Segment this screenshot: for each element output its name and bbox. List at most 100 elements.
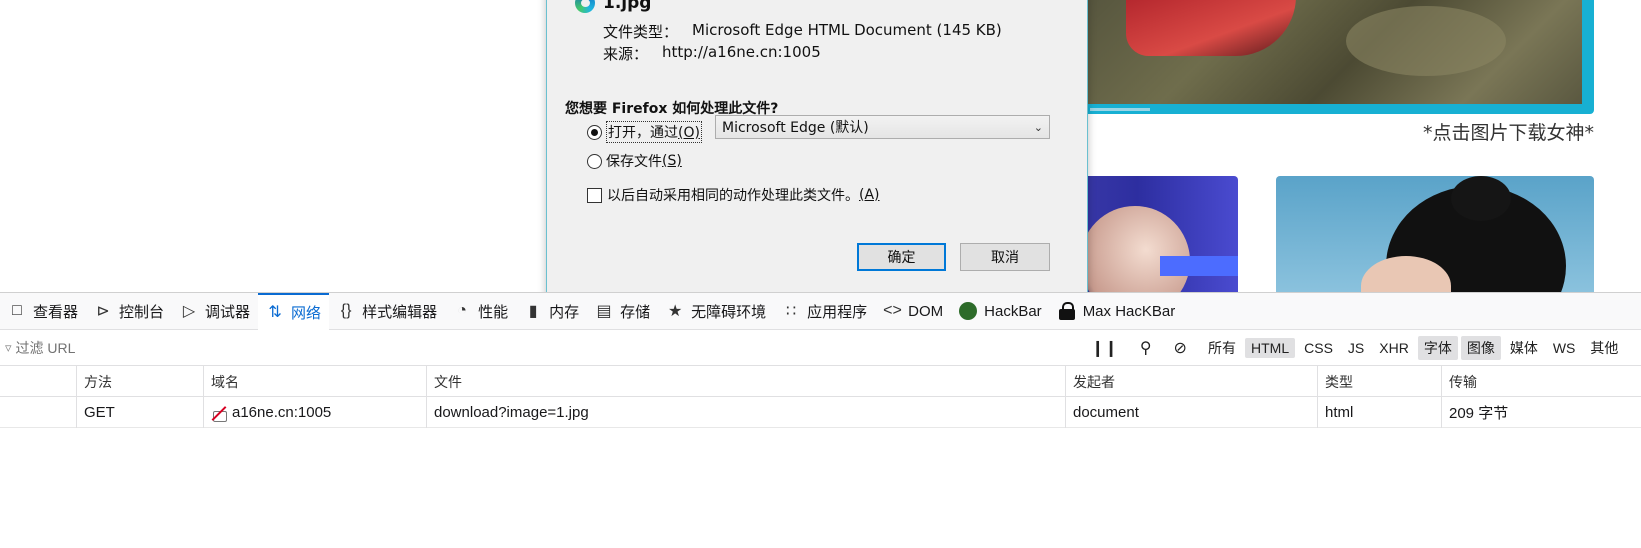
filter-fonts[interactable]: 字体 <box>1417 336 1458 360</box>
debugger-icon: ▷ <box>182 303 196 320</box>
column-transferred[interactable]: 传输 <box>1441 366 1641 397</box>
search-icon[interactable]: ⚲ <box>1140 338 1152 358</box>
column-file[interactable]: 文件 <box>426 366 1065 397</box>
tab-network[interactable]: ⇅ 网络 <box>258 292 330 330</box>
tab-debugger[interactable]: ▷ 调试器 <box>172 293 258 330</box>
chevron-down-icon: ⌄ <box>1033 120 1043 134</box>
save-file-radio[interactable] <box>587 153 602 169</box>
tab-performance[interactable]: ◔ 性能 <box>445 293 516 330</box>
accessibility-icon: ★ <box>667 303 683 320</box>
tab-storage[interactable]: ▤ 存储 <box>587 293 658 330</box>
column-type[interactable]: 类型 <box>1317 366 1441 397</box>
block-icon[interactable]: ⊘ <box>1174 338 1187 358</box>
tab-inspector[interactable]: □ 查看器 <box>0 293 86 330</box>
banner-image[interactable] <box>1080 0 1594 114</box>
insecure-connection-icon <box>211 405 227 422</box>
open-with-radio[interactable] <box>587 124 602 140</box>
network-filterbar: ▿ 过滤 URL ❙❙ ⚲ ⊘ 所有 HTML CSS JS XHR 字体 图像… <box>0 330 1641 366</box>
tab-max-hackbar[interactable]: Max HacKBar <box>1050 293 1184 330</box>
open-with-app-select[interactable]: Microsoft Edge (默认) ⌄ <box>715 115 1050 139</box>
filter-css[interactable]: CSS <box>1298 338 1339 358</box>
filter-images[interactable]: 图像 <box>1460 336 1501 360</box>
row-domain: a16ne.cn:1005 <box>203 397 426 428</box>
tab-dom[interactable]: <> DOM <box>875 293 951 330</box>
file-type-row: 文件类型： Microsoft Edge HTML Document (145 … <box>603 21 1002 42</box>
gauge-icon: ◔ <box>457 302 467 319</box>
download-caption: *点击图片下载女神* <box>1422 122 1594 144</box>
filter-icon: ▿ <box>5 339 12 355</box>
auto-action-accesskey: (A) <box>859 187 880 203</box>
tab-application[interactable]: ∷ 应用程序 <box>774 293 875 330</box>
banner-photo[interactable] <box>1086 0 1582 104</box>
cancel-button[interactable]: 取消 <box>960 243 1050 271</box>
tab-label: HackBar <box>984 302 1042 320</box>
gallery-photo-2[interactable] <box>1276 176 1594 292</box>
save-file-label: 保存文件 <box>606 154 662 170</box>
filter-other[interactable]: 其他 <box>1584 336 1624 360</box>
requests-table-header: 方法 域名 文件 发起者 类型 传输 <box>0 366 1641 397</box>
table-row[interactable]: GET a16ne.cn:1005 download?image=1.jpg d… <box>0 397 1641 428</box>
column-status[interactable] <box>0 366 76 397</box>
filter-html[interactable]: HTML <box>1245 338 1296 358</box>
open-with-app-value: Microsoft Edge (默认) <box>722 120 869 136</box>
auto-action-label: 以后自动采用相同的动作处理此类文件。 <box>607 188 859 204</box>
row-type: html <box>1317 397 1441 428</box>
file-type-value: Microsoft Edge HTML Document (145 KB) <box>692 21 1002 39</box>
type-filters: 所有 HTML CSS JS XHR 字体 图像 媒体 WS 其他 <box>1202 330 1627 366</box>
filter-xhr[interactable]: XHR <box>1373 338 1415 358</box>
filter-media[interactable]: 媒体 <box>1504 336 1544 360</box>
tab-label: 存储 <box>620 303 651 321</box>
tab-accessibility[interactable]: ★ 无障碍环境 <box>658 293 774 330</box>
file-source-row: 来源： http://a16ne.cn:1005 <box>603 43 821 64</box>
row-initiator: document <box>1065 397 1317 428</box>
open-with-accesskey: (O) <box>678 125 700 141</box>
row-domain-text: a16ne.cn:1005 <box>232 404 332 421</box>
gallery-photo-1[interactable] <box>1070 176 1238 292</box>
filter-url-input[interactable]: ▿ 过滤 URL <box>0 330 1080 366</box>
tab-hackbar[interactable]: HackBar <box>951 293 1050 330</box>
row-method: GET <box>76 397 203 428</box>
file-source-value: http://a16ne.cn:1005 <box>662 43 821 61</box>
auto-action-checkbox[interactable] <box>587 187 602 203</box>
tab-console[interactable]: ⊳ 控制台 <box>86 293 172 330</box>
tab-label: 控制台 <box>119 303 165 321</box>
open-with-label: 打开，通过 <box>608 125 678 141</box>
hackbar-icon <box>959 302 978 320</box>
dom-icon: <> <box>883 302 902 319</box>
filter-js[interactable]: JS <box>1342 338 1370 358</box>
open-with-label-box[interactable]: 打开，通过(O) <box>606 121 702 143</box>
screen: *点击图片下载女神* 1.jpg 文件类型： Microsoft Edge HT… <box>0 0 1641 548</box>
filter-all[interactable]: 所有 <box>1202 336 1242 360</box>
row-transferred: 209 字节 <box>1441 397 1641 428</box>
tab-label: 查看器 <box>33 303 79 321</box>
tab-label: 网络 <box>291 304 322 322</box>
save-file-accesskey: (S) <box>662 153 682 169</box>
column-initiator[interactable]: 发起者 <box>1065 366 1317 397</box>
tab-label: 调试器 <box>205 303 251 321</box>
tab-label: 应用程序 <box>807 303 868 321</box>
filter-url-placeholder: 过滤 URL <box>15 339 76 356</box>
open-with-option[interactable]: 打开，通过(O) <box>587 121 702 143</box>
edge-icon <box>575 0 595 13</box>
save-file-option[interactable]: 保存文件 (S) <box>587 151 682 171</box>
inspector-icon: □ <box>12 302 22 319</box>
auto-action-option[interactable]: 以后自动采用相同的动作处理此类文件。 (A) <box>587 185 880 205</box>
devtools-tabbar: □ 查看器 ⊳ 控制台 ▷ 调试器 ⇅ 网络 {} 样式编辑器 ◔ 性能 ▮ 内… <box>0 292 1641 330</box>
lock-icon <box>1058 302 1076 320</box>
file-name: 1.jpg <box>603 0 652 13</box>
carousel-indicator[interactable] <box>1090 108 1150 111</box>
filter-ws[interactable]: WS <box>1547 338 1582 358</box>
column-domain[interactable]: 域名 <box>203 366 426 397</box>
console-icon: ⊳ <box>96 303 110 320</box>
tab-memory[interactable]: ▮ 内存 <box>516 293 587 330</box>
grid-icon: ∷ <box>786 303 797 320</box>
network-icon: ⇅ <box>268 304 282 321</box>
ok-button[interactable]: 确定 <box>857 243 946 271</box>
tab-style-editor[interactable]: {} 样式编辑器 <box>329 293 445 330</box>
column-method[interactable]: 方法 <box>76 366 203 397</box>
devtools-panel: □ 查看器 ⊳ 控制台 ▷ 调试器 ⇅ 网络 {} 样式编辑器 ◔ 性能 ▮ 内… <box>0 292 1641 548</box>
storage-icon: ▤ <box>596 303 612 320</box>
tab-label: DOM <box>908 302 944 320</box>
download-dialog: 1.jpg 文件类型： Microsoft Edge HTML Document… <box>546 0 1088 298</box>
pause-icon[interactable]: ❙❙ <box>1091 338 1118 358</box>
